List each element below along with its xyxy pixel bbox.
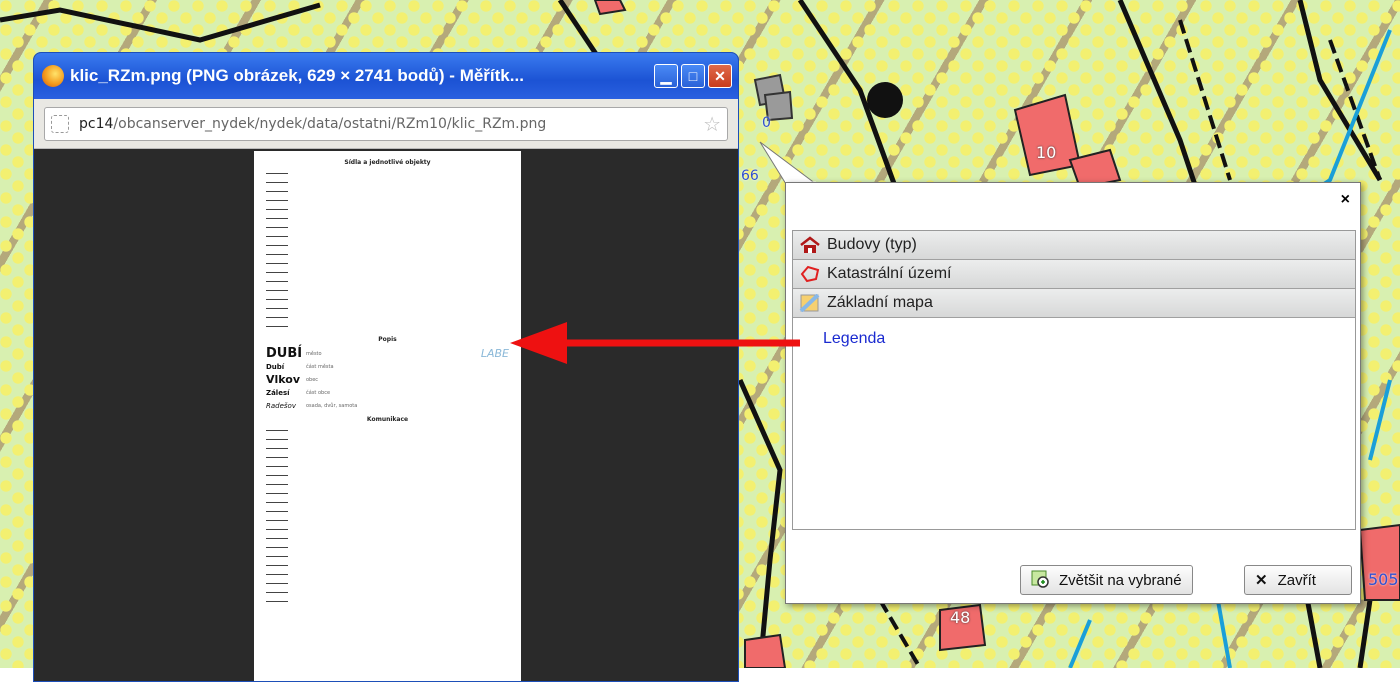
legend-row: Vlkov obec: [266, 373, 319, 386]
close-x-icon: ✕: [1255, 572, 1268, 589]
house-number-label: 48: [950, 608, 971, 627]
legend-link[interactable]: Legenda: [823, 330, 885, 347]
close-popup-button[interactable]: ✕ Zavřít: [1244, 565, 1352, 595]
legend-row: Radešov osada, dvůr, samota: [266, 401, 358, 410]
minimize-icon: ▁: [660, 67, 672, 84]
layer-accordion: Budovy (typ) Katastrální území Základní …: [792, 230, 1356, 530]
layer-label: Katastrální území: [827, 265, 952, 282]
legend-row: Zálesí část obce: [266, 388, 331, 397]
house-number-label: 10: [1036, 143, 1057, 162]
house-icon: [800, 236, 820, 253]
window-titlebar[interactable]: klic_RZm.png (PNG obrázek, 629 × 2741 bo…: [34, 53, 738, 99]
house-number-label: 66: [741, 168, 759, 184]
popup-close-icon[interactable]: ×: [1341, 191, 1350, 209]
minimize-button[interactable]: ▁: [654, 64, 678, 88]
zoom-button-label: Zvětšit na vybrané: [1059, 571, 1182, 589]
address-bar: pc14/obcanserver_nydek/nydek/data/ostatn…: [34, 99, 738, 149]
url-host: pc14: [79, 115, 114, 132]
url-field[interactable]: pc14/obcanserver_nydek/nydek/data/ostatn…: [44, 106, 728, 141]
close-button-label: Zavřít: [1277, 571, 1316, 589]
firefox-icon: [42, 65, 64, 87]
legend-section-heading: Komunikace: [366, 416, 409, 423]
polygon-icon: [800, 265, 820, 283]
zoom-plus-icon: [1031, 570, 1049, 588]
layer-label: Budovy (typ): [827, 236, 917, 253]
close-button[interactable]: ✕: [708, 64, 732, 88]
map-icon: [799, 294, 820, 312]
legend-row: DUBÍ město LABE: [266, 346, 509, 361]
house-number-label: 0: [762, 115, 771, 131]
layer-header-zakladni-mapa[interactable]: Základní mapa: [793, 289, 1355, 318]
legend-section-heading: Sídla a jednotlivé objekty: [344, 159, 431, 166]
page-icon: [51, 114, 69, 133]
legend-popup: × Budovy (typ) Katastrální území Základn…: [785, 182, 1361, 604]
layer-label: Základní mapa: [827, 294, 933, 311]
bookmark-star-icon[interactable]: ☆: [703, 112, 721, 136]
red-arrow-annotation: [510, 322, 800, 364]
legend-row: Dubí část města: [266, 362, 334, 371]
maximize-icon: □: [688, 68, 698, 84]
maximize-button[interactable]: □: [681, 64, 705, 88]
url-path: /obcanserver_nydek/nydek/data/ostatni/RZ…: [113, 115, 547, 132]
legend-image: Sídla a jednotlivé objekty Popis DUBÍ měs…: [254, 151, 521, 681]
house-number-label: 505: [1368, 570, 1399, 589]
layer-header-katastralni-uzemi[interactable]: Katastrální území: [793, 260, 1355, 289]
layer-header-budovy[interactable]: Budovy (typ): [793, 231, 1355, 260]
window-title: klic_RZm.png (PNG obrázek, 629 × 2741 bo…: [70, 66, 524, 85]
zoom-to-selected-button[interactable]: Zvětšit na vybrané: [1020, 565, 1193, 595]
close-icon: ✕: [714, 67, 726, 84]
legend-section-heading: Popis: [378, 336, 397, 343]
